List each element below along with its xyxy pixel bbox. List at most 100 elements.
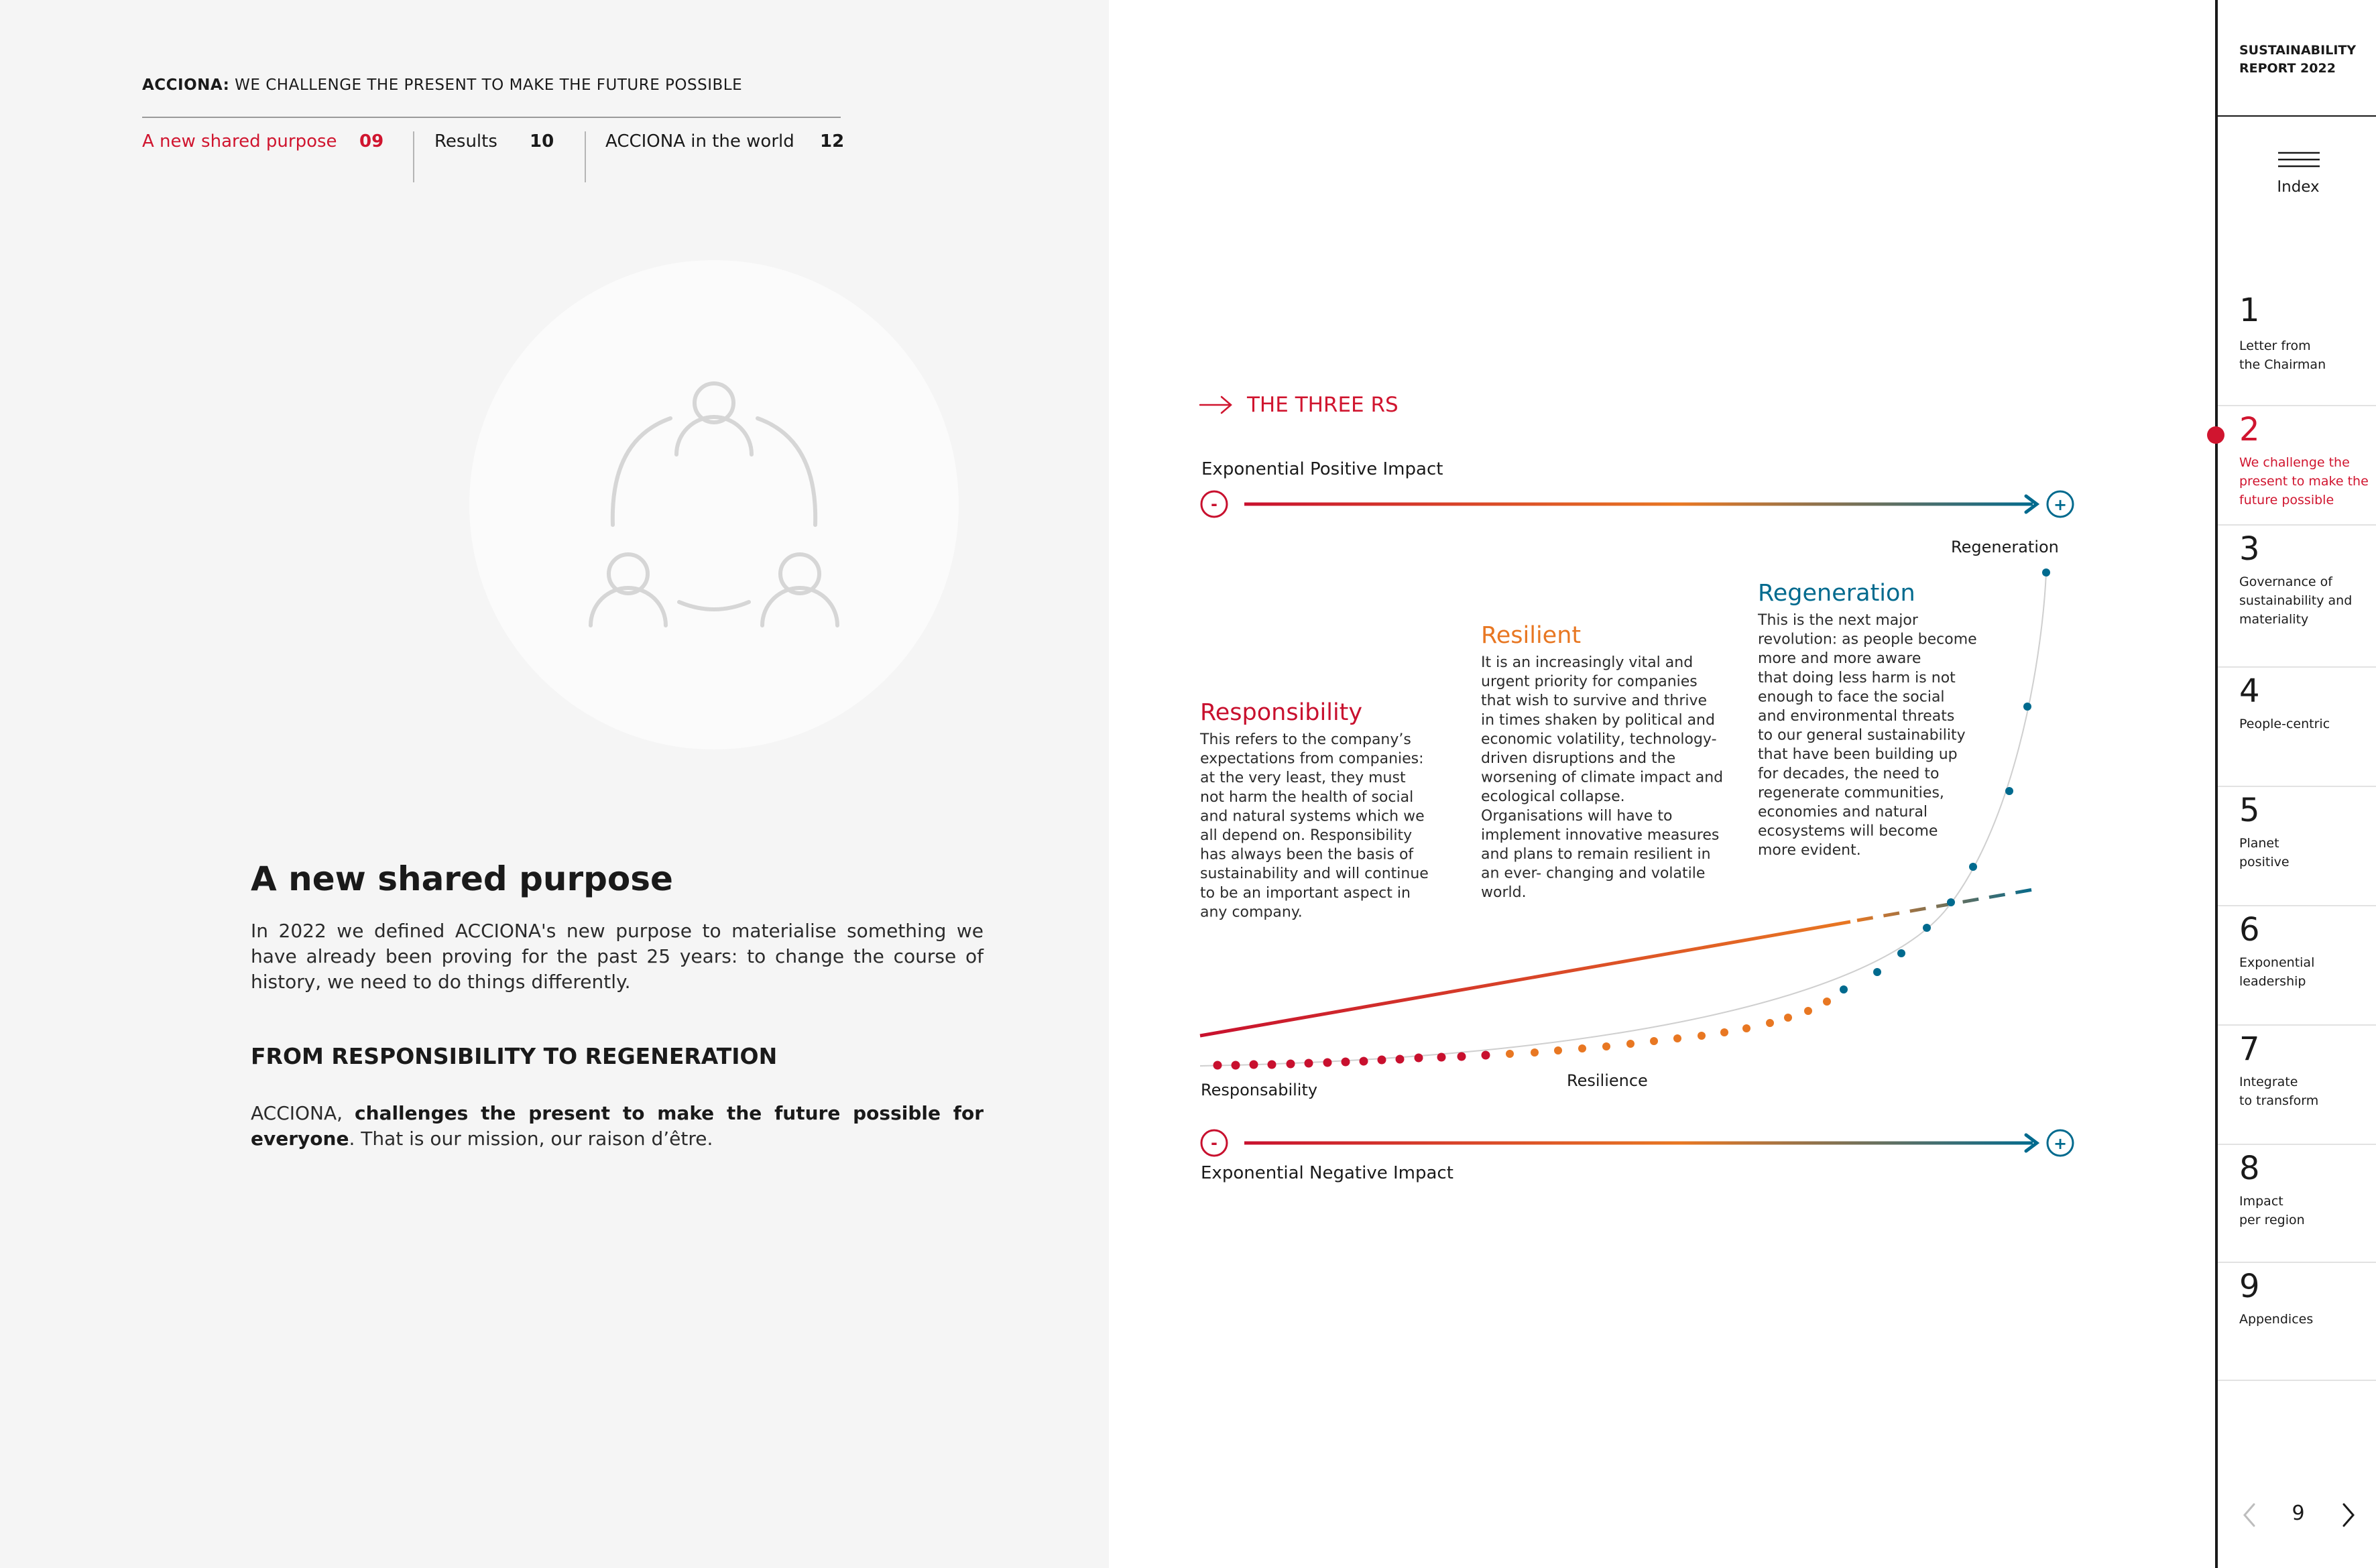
breadcrumb-tagline: WE CHALLENGE THE PRESENT TO MAKE THE FUT…	[235, 76, 743, 94]
tab-divider	[585, 131, 586, 182]
responsability-curve-label: Responsability	[1201, 1081, 1317, 1099]
sidebar-item-5[interactable]: 5 Planet positive	[2218, 787, 2376, 905]
curve-dot	[1947, 898, 1955, 906]
resilient-text-line: urgent priority for companies	[1481, 674, 1698, 690]
sidebar-item-8[interactable]: 8 Impact per region	[2218, 1145, 2376, 1263]
tab-results[interactable]: Results 10	[434, 131, 555, 182]
resilient-text-line: economic volatility, technology-	[1481, 731, 1717, 747]
sidebar-item-6[interactable]: 6 Exponential leadership	[2218, 906, 2376, 1024]
section-title: THE THREE RS	[1246, 393, 1399, 417]
tab-page-number: 10	[530, 131, 554, 152]
curve-dot	[1437, 1052, 1446, 1062]
curve-dot	[1804, 1007, 1812, 1015]
section-label: Appendices	[2239, 1312, 2314, 1327]
tab-new-shared-purpose[interactable]: A new shared purpose 09	[142, 131, 383, 182]
page-title: A new shared purpose	[251, 859, 673, 898]
curve-dot	[2042, 568, 2050, 577]
regeneration-curve-label: Regeneration	[1951, 538, 2059, 556]
curve-dot	[1578, 1044, 1586, 1052]
responsibility-title: Responsibility	[1200, 699, 1362, 726]
regeneration-text-line: revolution: as people become	[1758, 631, 1977, 648]
tab-page-number: 09	[359, 131, 384, 152]
curve-dot	[1554, 1046, 1562, 1054]
tab-page-number: 12	[820, 131, 845, 152]
section-number: 9	[2239, 1268, 2260, 1305]
section-label: Governance of sustainability and materia…	[2239, 575, 2353, 627]
sidebar-item-3[interactable]: 3 Governance of sustainability and mater…	[2218, 526, 2376, 666]
chevron-right-icon[interactable]	[2336, 1500, 2360, 1530]
tab-divider	[413, 131, 414, 182]
section-label: Impact per region	[2239, 1194, 2305, 1227]
sidebar-item-9[interactable]: 9 Appendices	[2218, 1263, 2376, 1381]
index-label: Index	[2277, 178, 2320, 196]
responsibility-text-line: at the very least, they must	[1200, 770, 1406, 786]
report-title: SUSTAINABILITY REPORT 2022	[2239, 42, 2356, 78]
sidebar-item-1[interactable]: 1 Letter from the Chairman	[2218, 288, 2376, 406]
minus-symbol: -	[1211, 1134, 1217, 1152]
resilient-text: It is an increasingly vital and urgent pr…	[1481, 654, 1723, 901]
section-number: 6	[2239, 911, 2260, 949]
section-number: 3	[2239, 530, 2260, 568]
curve-dot	[2023, 703, 2031, 711]
responsibility-text-line: This refers to the company’s	[1199, 731, 1411, 748]
curve-dot	[1897, 949, 1905, 957]
responsibility-text: This refers to the company’s expectations…	[1199, 731, 1429, 920]
tab-label: Results	[434, 131, 497, 152]
chevron-left-icon[interactable]	[2238, 1500, 2262, 1530]
section-label: Letter from the Chairman	[2239, 339, 2326, 372]
curve-dot	[1698, 1032, 1706, 1040]
left-panel	[0, 0, 1109, 1568]
curve-dot	[1673, 1034, 1681, 1042]
section-number: 4	[2239, 672, 2260, 710]
regeneration-text-line: for decades, the need to	[1758, 766, 1939, 782]
mission-paragraph: ACCIONA, challenges the present to make …	[251, 1101, 984, 1152]
section-number: 1	[2239, 292, 2260, 329]
responsibility-text-line: and natural systems which we	[1200, 808, 1425, 825]
section-subtitle: FROM RESPONSIBILITY TO REGENERATION	[251, 1043, 778, 1069]
resilient-text-line: world.	[1481, 884, 1527, 901]
curve-dot	[1377, 1055, 1386, 1065]
curve-dot	[1304, 1059, 1313, 1068]
curve-dot	[1720, 1028, 1728, 1036]
resilient-text-line: driven disruptions and the	[1481, 750, 1675, 767]
resilient-text-line: in times shaken by political and	[1481, 712, 1715, 729]
responsibility-text-line: expectations from companies:	[1200, 751, 1424, 768]
sidebar-item-2[interactable]: 2 We challenge the present to make the f…	[2207, 406, 2376, 524]
resilient-text-line: and plans to remain resilient in	[1481, 846, 1711, 863]
curve-dot	[1531, 1048, 1539, 1057]
responsibility-text-line: sustainability and will continue	[1200, 865, 1429, 882]
regeneration-text-line: that have been building up	[1758, 746, 1958, 763]
index-button[interactable]: Index	[2258, 149, 2338, 202]
minus-symbol: -	[1211, 495, 1217, 514]
curve-dot	[1742, 1024, 1750, 1032]
hero-icon-circle	[469, 260, 959, 749]
regeneration-text-line: This is the next major	[1757, 612, 1919, 629]
curve-dot	[1923, 924, 1931, 932]
section-label: Planet positive	[2239, 836, 2290, 869]
tab-label: A new shared purpose	[142, 131, 337, 152]
section-label: People-centric	[2239, 717, 2330, 731]
curve-dot	[1457, 1052, 1466, 1061]
section-label: Integrate to transform	[2239, 1075, 2319, 1108]
curve-dot	[1823, 998, 1831, 1006]
sidebar-item-7[interactable]: 7 Integrate to transform	[2218, 1026, 2376, 1144]
section-label: Exponential leadership	[2239, 955, 2315, 989]
sidebar-item-4[interactable]: 4 People-centric	[2218, 668, 2376, 786]
plus-symbol: +	[2054, 495, 2067, 514]
mission-text-end: . That is our mission, our raison d’être…	[349, 1128, 713, 1150]
page-number: 9	[2292, 1502, 2305, 1525]
curve-dot	[1323, 1058, 1332, 1067]
curve-dot	[1249, 1060, 1258, 1069]
regeneration-text-line: regenerate communities,	[1758, 784, 1944, 801]
regeneration-text-line: economies and natural	[1758, 804, 1927, 821]
section-label: We challenge the present to make the fut…	[2239, 455, 2369, 507]
tab-acciona-in-the-world[interactable]: ACCIONA in the world 12	[605, 131, 844, 182]
curve-dot	[1481, 1050, 1490, 1060]
responsibility-text-line: to be an important aspect in	[1200, 885, 1411, 902]
linear-growth-line	[1199, 920, 1851, 1038]
curve-dot	[1341, 1057, 1350, 1067]
curve-dot	[1969, 863, 1977, 871]
responsibility-text-line: all depend on. Responsibility	[1200, 827, 1412, 844]
bottom-axis-label: Exponential Negative Impact	[1201, 1163, 1453, 1183]
curve-dot	[1395, 1054, 1405, 1064]
